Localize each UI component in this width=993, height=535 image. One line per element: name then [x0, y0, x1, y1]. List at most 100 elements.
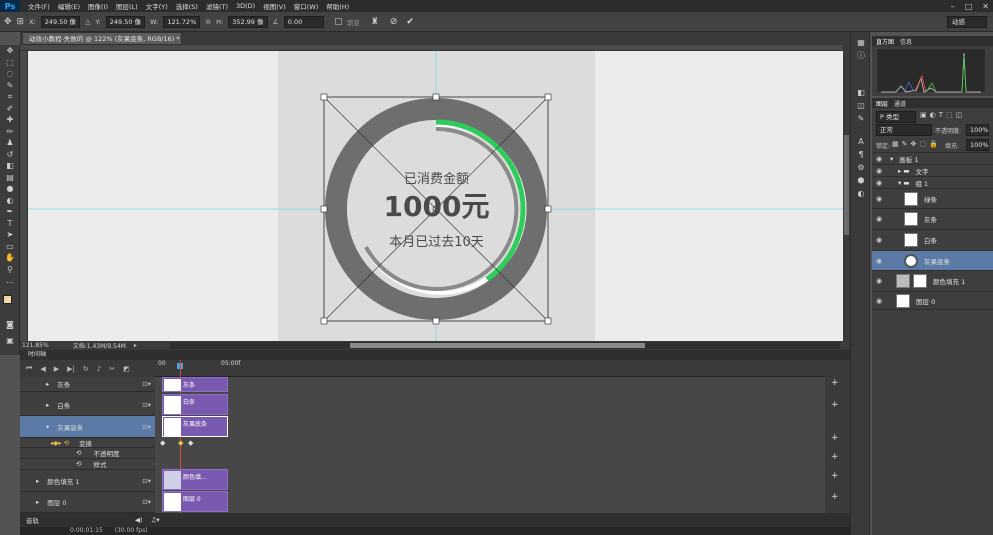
- timecode: 0:00:01:15: [70, 527, 103, 534]
- timeline-layer-row[interactable]: ▸ 颜色填充 1 ⊡▾: [20, 470, 155, 492]
- tab-layers[interactable]: 图层: [876, 99, 888, 108]
- add-media-icon[interactable]: +: [831, 433, 839, 443]
- audio-menu-icon[interactable]: ♫▾: [151, 516, 160, 524]
- eye-icon[interactable]: ◉: [872, 297, 886, 305]
- timeline-clip-selected[interactable]: 灰果底条: [162, 416, 228, 437]
- character-panel-icon[interactable]: A: [851, 135, 871, 148]
- layer-row[interactable]: ◉ 灰条: [872, 208, 993, 229]
- audio-track-label: 音轨: [26, 517, 39, 525]
- timeline-clip[interactable]: 颜色填...: [162, 469, 228, 490]
- timeline-scale[interactable]: 00 05:00f: [155, 360, 825, 377]
- layer-row[interactable]: ◉ 颜色填充 1: [872, 270, 993, 291]
- handle-tr[interactable]: [544, 93, 552, 101]
- horizontal-scroll-thumb[interactable]: [350, 343, 645, 348]
- keyframe-mid-icon[interactable]: ◆: [178, 439, 183, 447]
- handle-bl[interactable]: [320, 317, 328, 325]
- histogram-graph: [876, 48, 986, 93]
- layers-panel-icon[interactable]: ◧: [851, 86, 871, 99]
- timeline-layer-row-selected[interactable]: ▾ 灰果底条 ⊡▾: [20, 416, 155, 438]
- layer-row[interactable]: ◉ ▾ 画板 1: [872, 152, 993, 164]
- 3d-panel-icon[interactable]: ⬢: [851, 174, 871, 187]
- zoom-level[interactable]: 121.85%: [22, 342, 49, 349]
- blend-mode-select[interactable]: 正常: [876, 124, 932, 136]
- audio-icon[interactable]: ♪: [97, 365, 101, 373]
- info-panel-icon[interactable]: ⓘ: [851, 49, 871, 62]
- add-media-icon[interactable]: +: [831, 492, 839, 502]
- eye-icon[interactable]: ◉: [872, 236, 886, 244]
- add-media-icon[interactable]: +: [831, 400, 839, 410]
- eye-icon[interactable]: ◉: [872, 195, 886, 203]
- handle-br[interactable]: [544, 317, 552, 325]
- tab-histogram[interactable]: 直方图: [876, 37, 894, 46]
- timeline-layer-row[interactable]: ▸ 白条 ⊡▾: [20, 394, 155, 416]
- add-media-icon[interactable]: +: [831, 471, 839, 481]
- timeline-property-row[interactable]: ◂◆▸ ⟲ 变换: [20, 438, 155, 448]
- status-arrow-icon[interactable]: ▸: [134, 342, 137, 349]
- timeline-header[interactable]: 时间轴: [20, 350, 850, 360]
- properties-panel-icon[interactable]: ⚙: [851, 161, 871, 174]
- timeline-layer-row[interactable]: ▸ 灰条 ⊡▾: [20, 377, 155, 392]
- timeline-property-row[interactable]: ⟲ 不透明度: [20, 448, 155, 459]
- first-frame-icon[interactable]: ⏮: [26, 364, 32, 373]
- vertical-scrollbar[interactable]: [843, 45, 850, 341]
- eye-icon[interactable]: ◉: [872, 179, 886, 187]
- play-icon[interactable]: ▶: [54, 365, 59, 373]
- paragraph-panel-icon[interactable]: ¶: [851, 148, 871, 161]
- layer-row[interactable]: ◉ ▸ ▬ 文字: [872, 164, 993, 176]
- keyframe-end-icon[interactable]: ◆: [188, 439, 193, 447]
- eye-icon[interactable]: ◉: [872, 215, 886, 223]
- add-media-icon[interactable]: +: [831, 452, 839, 462]
- adjustments-panel-icon[interactable]: ◐: [851, 187, 871, 200]
- handle-bc[interactable]: [432, 317, 440, 325]
- panel-icon-strip: ▦ ⓘ ◧ ◫ ✎ A ¶ ⚙ ⬢ ◐: [850, 32, 870, 535]
- lock-icons[interactable]: ▦✎✥⬚🔒: [892, 140, 941, 148]
- eye-icon[interactable]: ◉: [872, 167, 886, 175]
- opacity-field[interactable]: 100%: [966, 124, 989, 136]
- audio-mute-icon[interactable]: ◀): [135, 516, 143, 524]
- layer-filter-icons[interactable]: ▣◐T⬚◫: [920, 111, 965, 119]
- layer-row[interactable]: ◉ 绿条: [872, 188, 993, 208]
- layer-row-selected[interactable]: ◉ 灰果底条: [872, 250, 993, 270]
- timeline-footer: 0:00:01:15 (30.00 fps): [20, 527, 850, 535]
- layers-tabs: 图层 通道: [872, 98, 993, 108]
- layer-kind-filter[interactable]: P 类型: [876, 111, 916, 123]
- ring-title: 已消费金额: [403, 172, 469, 187]
- eye-icon[interactable]: ◉: [872, 277, 886, 285]
- ring-amount: 1000元: [383, 190, 490, 223]
- prev-frame-icon[interactable]: ◀: [40, 365, 45, 373]
- split-icon[interactable]: ✂: [109, 365, 115, 373]
- handle-tl[interactable]: [320, 93, 328, 101]
- timeline-clip[interactable]: 白条: [162, 394, 228, 415]
- layer-row[interactable]: ◉ ▾ ▬ 组 1: [872, 176, 993, 188]
- tab-info[interactable]: 信息: [900, 37, 912, 46]
- horizontal-scrollbar[interactable]: [170, 342, 840, 349]
- handle-tc[interactable]: [432, 93, 440, 101]
- time-start: 00: [158, 360, 166, 367]
- channels-panel-icon[interactable]: ◫: [851, 99, 871, 112]
- timeline-clip[interactable]: 图层 0: [162, 491, 228, 512]
- vertical-scroll-thumb[interactable]: [844, 135, 849, 235]
- doc-info[interactable]: 文档:1.43M/9.54M: [73, 341, 126, 350]
- timeline-property-row[interactable]: ⟲ 样式: [20, 459, 155, 470]
- tab-channels[interactable]: 通道: [894, 99, 906, 108]
- timeline-layer-row[interactable]: ▸ 图层 0 ⊡▾: [20, 492, 155, 513]
- layer-row[interactable]: ◉ 白条: [872, 229, 993, 250]
- fill-field[interactable]: 100%: [966, 139, 989, 151]
- timeline-tracks[interactable]: [155, 377, 825, 513]
- paths-panel-icon[interactable]: ✎: [851, 112, 871, 125]
- eye-icon[interactable]: ◉: [872, 257, 886, 265]
- opacity-label: 不透明度:: [935, 128, 962, 135]
- loop-icon[interactable]: ↻: [83, 365, 89, 373]
- timeline-controls: ⏮ ◀ ▶ ▶| ↻ ♪ ✂ ◩: [20, 360, 155, 377]
- add-media-icon[interactable]: +: [831, 378, 839, 388]
- layer-row[interactable]: ◉ 图层 0: [872, 291, 993, 310]
- keyframe-start-icon[interactable]: ◆: [160, 439, 165, 447]
- histogram-panel-icon[interactable]: ▦: [851, 36, 871, 49]
- transition-icon[interactable]: ◩: [123, 365, 130, 373]
- eye-icon[interactable]: ◉: [872, 155, 886, 163]
- timeline-clip[interactable]: 灰条: [162, 377, 228, 392]
- next-frame-icon[interactable]: ▶|: [67, 365, 75, 373]
- ring-subtitle: 本月已过去10天: [389, 235, 484, 250]
- fps: (30.00 fps): [114, 527, 148, 534]
- fill-label: 填充:: [945, 143, 960, 150]
